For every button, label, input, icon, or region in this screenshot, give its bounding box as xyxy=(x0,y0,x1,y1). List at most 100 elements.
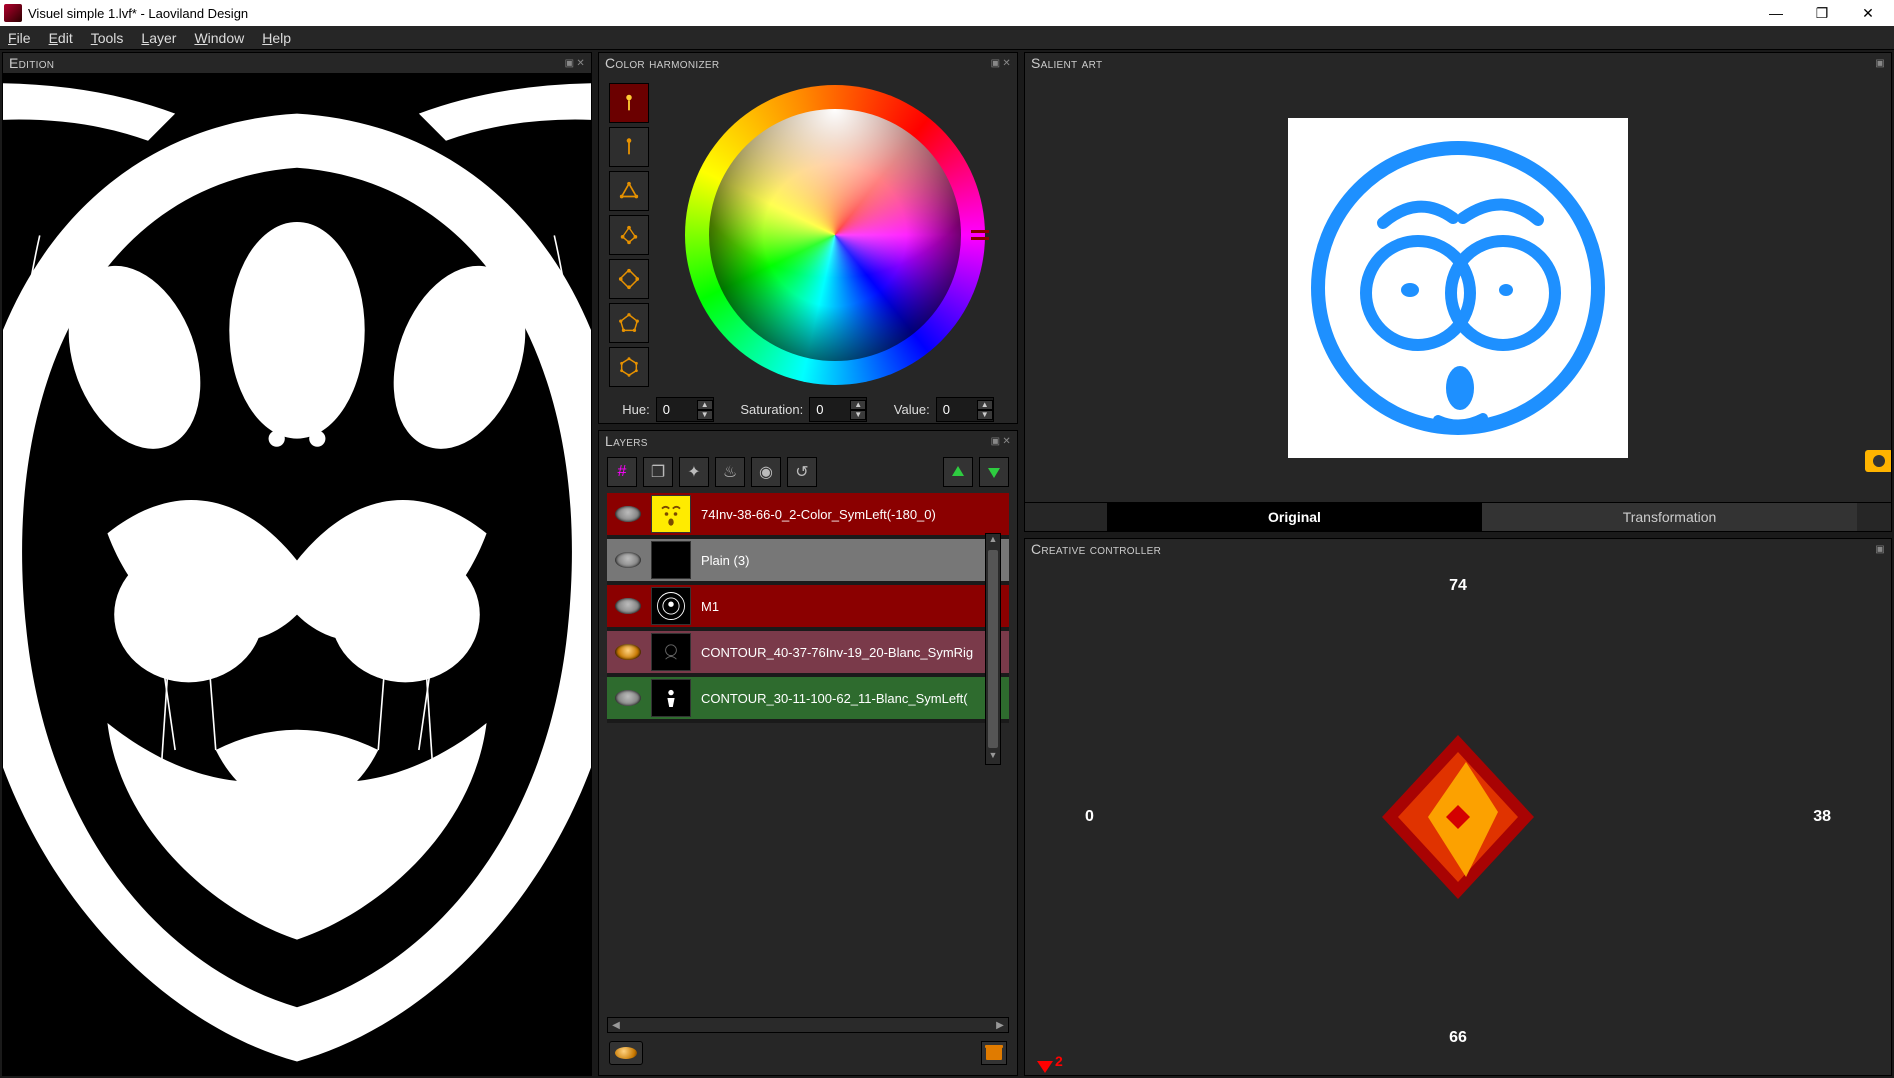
panel-dock-icon[interactable]: ▣ xyxy=(991,58,1001,69)
panel-dock-icon[interactable]: ▣ xyxy=(991,436,1001,447)
hue-label: Hue: xyxy=(622,402,649,417)
menu-tools[interactable]: Tools xyxy=(91,30,124,46)
titlebar: Visuel simple 1.lvf* - Laoviland Design … xyxy=(0,0,1894,26)
cc-left-value: 0 xyxy=(1085,808,1094,826)
layer-tool-rotate-icon[interactable]: ↺ xyxy=(787,457,817,487)
layer-row[interactable]: CONTOUR_40-37-76Inv-19_20-Blanc_SymRig xyxy=(607,631,1009,677)
visibility-toggle-icon[interactable] xyxy=(615,506,641,522)
menu-file[interactable]: File xyxy=(8,30,31,46)
sat-up[interactable]: ▲ xyxy=(850,400,866,410)
panel-title-harmonizer: Color harmonizer xyxy=(605,55,719,71)
layer-name: CONTOUR_40-37-76Inv-19_20-Blanc_SymRig xyxy=(701,645,1001,660)
hue-marker[interactable] xyxy=(971,230,989,240)
app-icon xyxy=(4,4,22,22)
harmony-mode-square[interactable] xyxy=(609,259,649,299)
harmony-mode-split[interactable] xyxy=(609,215,649,255)
layer-row[interactable]: 74Inv-38-66-0_2-Color_SymLeft(-180_0) xyxy=(607,493,1009,539)
minimize-button[interactable]: — xyxy=(1754,0,1798,26)
window-controls: — ❐ ✕ xyxy=(1754,0,1890,26)
harmony-mode-complementary[interactable] xyxy=(609,127,649,167)
hue-input[interactable] xyxy=(657,398,697,421)
panel-close-icon[interactable]: ✕ xyxy=(576,58,585,69)
scroll-up-icon[interactable]: ▲ xyxy=(986,534,1000,548)
value-label: Value: xyxy=(894,402,930,417)
layer-name: Plain (3) xyxy=(701,553,1001,568)
snapshot-button[interactable] xyxy=(1865,450,1891,472)
value-spinner[interactable]: ▲▼ xyxy=(936,397,994,422)
harmony-mode-single[interactable] xyxy=(609,83,649,123)
panel-close-icon[interactable]: ✕ xyxy=(1002,436,1011,447)
hue-down[interactable]: ▼ xyxy=(697,410,713,420)
cc-bottom-value: 66 xyxy=(1449,1029,1467,1047)
layer-move-up-button[interactable] xyxy=(943,457,973,487)
layer-name: 74Inv-38-66-0_2-Color_SymLeft(-180_0) xyxy=(701,507,1001,522)
maximize-button[interactable]: ❐ xyxy=(1800,0,1844,26)
panel-title-cc: Creative controller xyxy=(1031,541,1161,557)
scroll-right-icon[interactable]: ▶ xyxy=(992,1020,1008,1031)
layer-row[interactable]: M1 xyxy=(607,585,1009,631)
scroll-left-icon[interactable]: ◀ xyxy=(608,1020,624,1031)
salient-tabs: Original Transformation xyxy=(1025,502,1891,531)
layer-thumbnail xyxy=(651,679,691,717)
layer-tool-grid-icon[interactable]: # xyxy=(607,457,637,487)
saturation-input[interactable] xyxy=(810,398,850,421)
panel-title-layers: Layers xyxy=(605,433,648,449)
add-layer-button[interactable] xyxy=(609,1041,643,1065)
layer-thumbnail xyxy=(651,587,691,625)
menu-help[interactable]: Help xyxy=(262,30,291,46)
panel-title-salient: Salient art xyxy=(1031,55,1102,71)
layer-move-down-button[interactable] xyxy=(979,457,1009,487)
harmony-mode-list xyxy=(609,83,653,387)
harmony-mode-hexagon[interactable] xyxy=(609,347,649,387)
layer-thumbnail xyxy=(651,633,691,671)
hue-spinner[interactable]: ▲▼ xyxy=(656,397,714,422)
delete-layer-button[interactable] xyxy=(981,1041,1007,1065)
color-wheel[interactable] xyxy=(685,85,985,385)
salient-canvas xyxy=(1025,73,1891,502)
layer-thumbnail xyxy=(651,541,691,579)
tab-transformation[interactable]: Transformation xyxy=(1482,503,1857,531)
layer-vertical-scrollbar[interactable]: ▲ ▼ xyxy=(985,533,1001,765)
cc-slider[interactable]: 2 xyxy=(1031,1065,1887,1071)
visibility-toggle-icon[interactable] xyxy=(615,598,641,614)
window-title: Visuel simple 1.lvf* - Laoviland Design xyxy=(28,6,248,21)
layer-thumbnail xyxy=(651,495,691,533)
layer-tool-merge-icon[interactable]: ✦ xyxy=(679,457,709,487)
creative-diamond[interactable] xyxy=(1358,717,1558,917)
hue-up[interactable]: ▲ xyxy=(697,400,713,410)
tab-original[interactable]: Original xyxy=(1107,503,1482,531)
harmony-mode-pentagon[interactable] xyxy=(609,303,649,343)
visibility-toggle-icon[interactable] xyxy=(615,552,641,568)
layer-row[interactable]: Plain (3) xyxy=(607,539,1009,585)
val-up[interactable]: ▲ xyxy=(977,400,993,410)
saturation-label: Saturation: xyxy=(740,402,803,417)
cc-slider-knob[interactable] xyxy=(1037,1061,1053,1073)
menu-layer[interactable]: Layer xyxy=(141,30,176,46)
layer-name: M1 xyxy=(701,599,1001,614)
layer-horizontal-scrollbar[interactable]: ◀ ▶ xyxy=(607,1017,1009,1033)
scroll-down-icon[interactable]: ▼ xyxy=(986,750,1000,764)
panel-close-icon[interactable]: ✕ xyxy=(1002,58,1011,69)
layer-tool-sphere-icon[interactable]: ◉ xyxy=(751,457,781,487)
panel-dock-icon[interactable]: ▣ xyxy=(565,58,575,69)
visibility-toggle-icon[interactable] xyxy=(615,644,641,660)
layer-name: CONTOUR_30-11-100-62_11-Blanc_SymLeft( xyxy=(701,691,1001,706)
menu-edit[interactable]: Edit xyxy=(49,30,73,46)
value-input[interactable] xyxy=(937,398,977,421)
visibility-toggle-icon[interactable] xyxy=(615,690,641,706)
layer-tool-effect-icon[interactable]: ♨ xyxy=(715,457,745,487)
layer-tool-duplicate-icon[interactable]: ❐ xyxy=(643,457,673,487)
panel-dock-icon[interactable]: ▣ xyxy=(1875,58,1885,69)
close-button[interactable]: ✕ xyxy=(1846,0,1890,26)
menubar: File Edit Tools Layer Window Help xyxy=(0,26,1894,50)
cc-slider-value: 2 xyxy=(1055,1053,1063,1069)
panel-title-edition: Edition xyxy=(9,55,54,71)
sat-down[interactable]: ▼ xyxy=(850,410,866,420)
menu-window[interactable]: Window xyxy=(194,30,244,46)
val-down[interactable]: ▼ xyxy=(977,410,993,420)
panel-dock-icon[interactable]: ▣ xyxy=(1875,544,1885,555)
harmony-mode-triadic[interactable] xyxy=(609,171,649,211)
layer-row[interactable]: CONTOUR_30-11-100-62_11-Blanc_SymLeft( xyxy=(607,677,1009,723)
edition-canvas[interactable] xyxy=(3,73,591,1075)
saturation-spinner[interactable]: ▲▼ xyxy=(809,397,867,422)
